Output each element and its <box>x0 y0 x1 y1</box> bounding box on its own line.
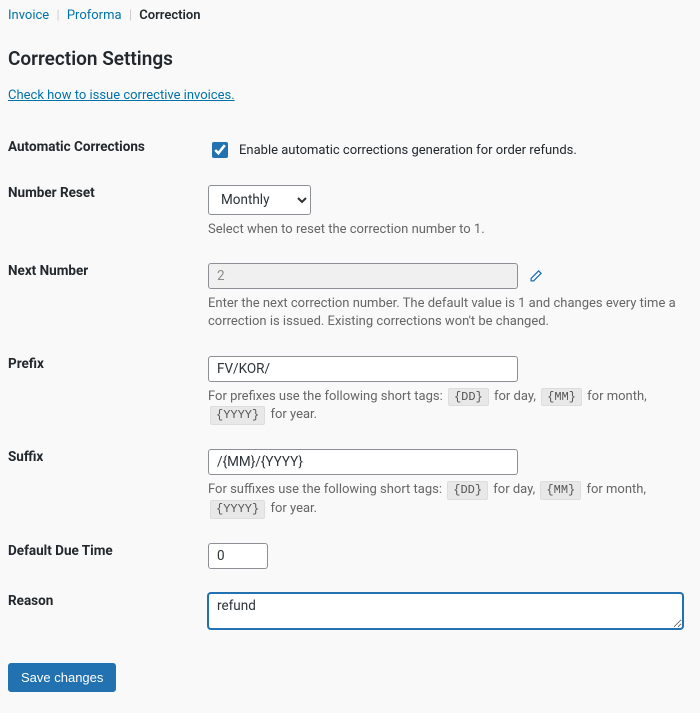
prefix-desc: For prefixes use the following short tag… <box>208 388 692 426</box>
auto-corrections-row[interactable]: Enable automatic corrections generation … <box>208 139 692 161</box>
due-time-input[interactable] <box>208 543 268 569</box>
suffix-input[interactable] <box>208 449 518 475</box>
next-number-input <box>208 263 518 289</box>
label-automatic-corrections: Automatic Corrections <box>8 127 208 173</box>
tab-bar: Invoice | Proforma | Correction <box>8 8 692 29</box>
tab-separator: | <box>129 8 132 23</box>
tag-yyyy: {YYYY} <box>210 406 265 425</box>
settings-form: Automatic Corrections Enable automatic c… <box>8 127 692 645</box>
next-number-desc: Enter the next correction number. The de… <box>208 295 692 331</box>
tab-proforma[interactable]: Proforma <box>67 8 122 23</box>
label-reason: Reason <box>8 581 208 645</box>
tag-mm: {MM} <box>540 481 581 500</box>
prefix-input[interactable] <box>208 356 518 382</box>
save-button[interactable]: Save changes <box>8 663 116 692</box>
page-title: Correction Settings <box>8 47 692 70</box>
label-suffix: Suffix <box>8 437 208 531</box>
suffix-desc: For suffixes use the following short tag… <box>208 481 692 519</box>
label-due-time: Default Due Time <box>8 531 208 581</box>
tag-dd: {DD} <box>448 388 489 407</box>
auto-corrections-text: Enable automatic corrections generation … <box>239 143 577 158</box>
tag-yyyy: {YYYY} <box>210 500 265 519</box>
tab-correction[interactable]: Correction <box>139 8 200 23</box>
pencil-icon[interactable] <box>526 267 544 285</box>
tab-separator: | <box>56 8 59 23</box>
number-reset-desc: Select when to reset the correction numb… <box>208 221 692 239</box>
auto-corrections-checkbox[interactable] <box>212 142 228 158</box>
number-reset-select[interactable]: Monthly <box>208 185 311 215</box>
tab-invoice[interactable]: Invoice <box>8 8 49 23</box>
tag-dd: {DD} <box>447 481 488 500</box>
reason-textarea[interactable] <box>208 593 683 629</box>
label-number-reset: Number Reset <box>8 173 208 251</box>
tag-mm: {MM} <box>541 388 582 407</box>
label-prefix: Prefix <box>8 344 208 438</box>
help-link[interactable]: Check how to issue corrective invoices. <box>8 88 235 103</box>
label-next-number: Next Number <box>8 251 208 343</box>
